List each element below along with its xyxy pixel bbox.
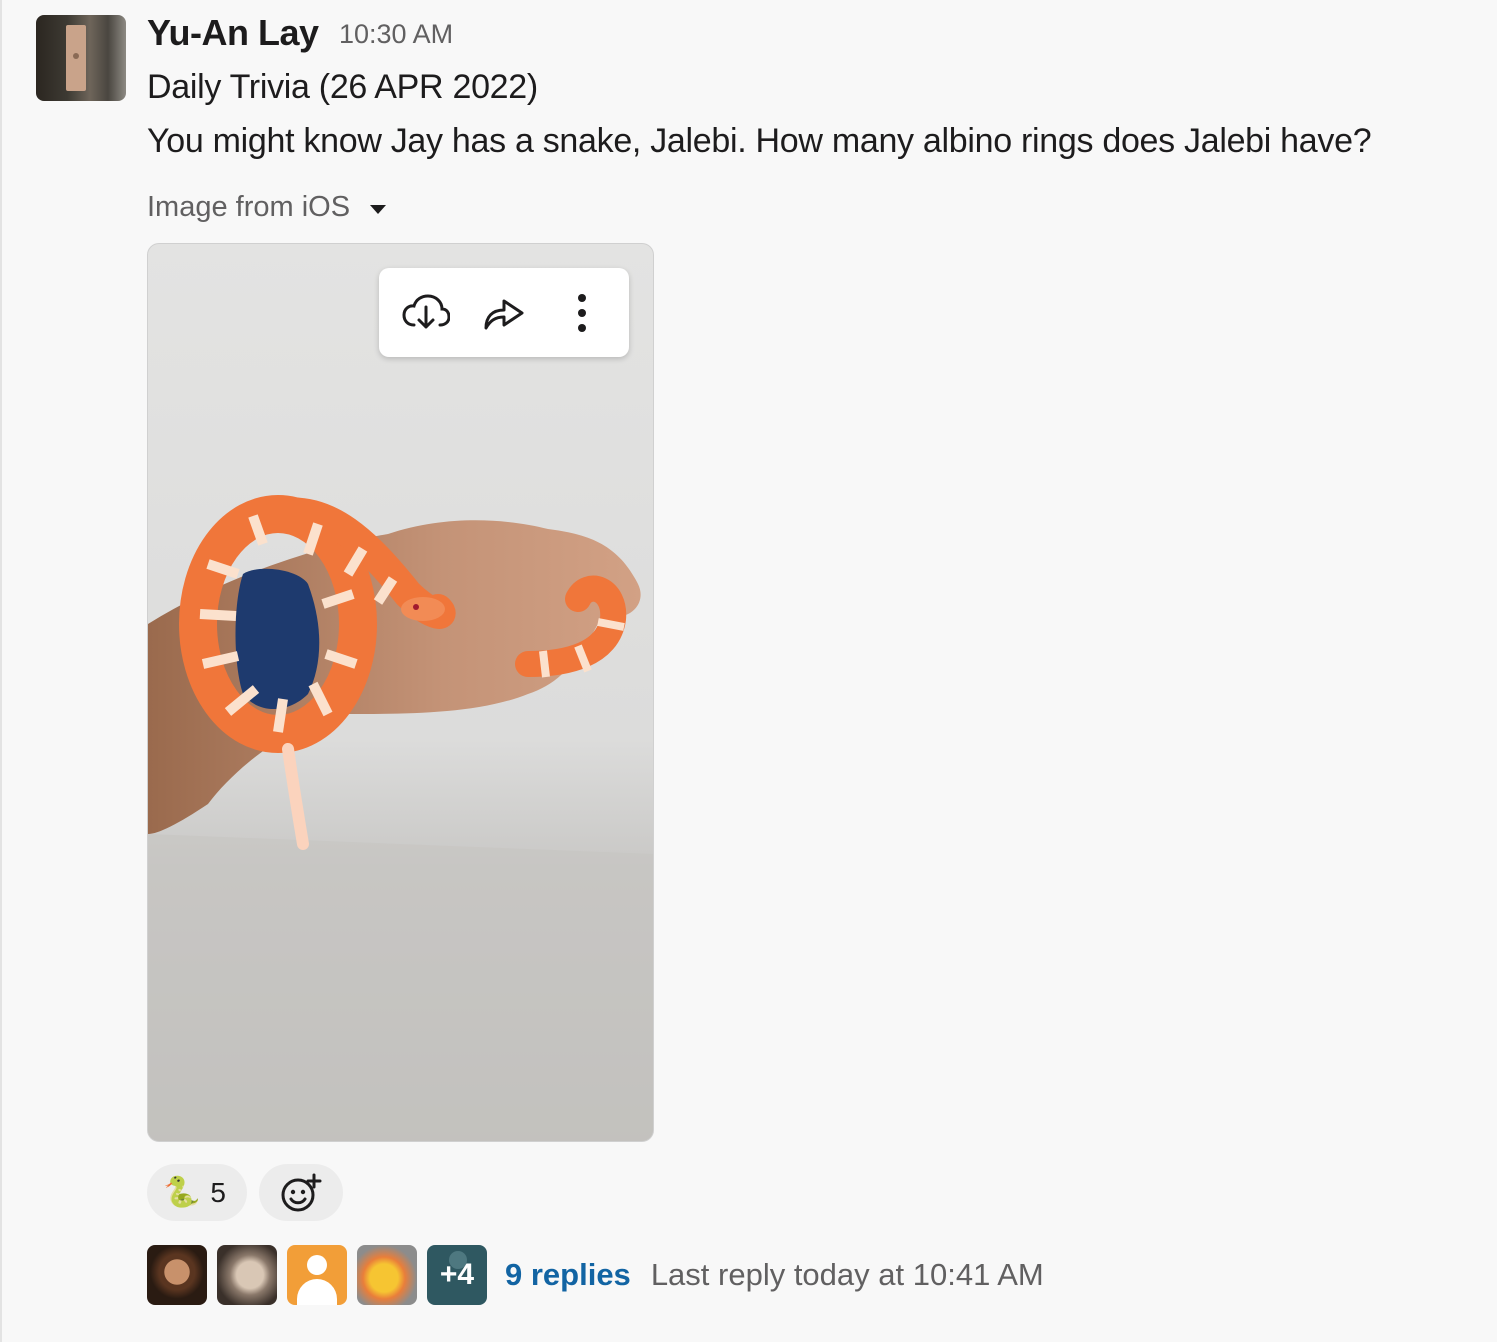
- reaction-count: 5: [210, 1176, 226, 1208]
- message-body: You might know Jay has a snake, Jalebi. …: [147, 122, 1372, 160]
- more-actions-button[interactable]: [552, 283, 612, 343]
- default-user-icon: [307, 1255, 327, 1275]
- replier-avatar[interactable]: [287, 1245, 347, 1305]
- snake-emoji: 🐍: [163, 1176, 201, 1209]
- share-arrow-icon: [484, 299, 524, 329]
- replier-avatar[interactable]: [357, 1245, 417, 1305]
- more-repliers-badge[interactable]: +4: [427, 1245, 487, 1305]
- reactions-bar: 🐍 5: [147, 1164, 343, 1221]
- last-reply-time: Last reply today at 10:41 AM: [650, 1257, 1044, 1292]
- share-button[interactable]: [474, 283, 534, 343]
- reaction-snake[interactable]: 🐍 5: [147, 1164, 247, 1221]
- left-border: [0, 0, 2, 1342]
- caret-down-icon: [370, 205, 387, 214]
- replies-link[interactable]: 9 replies: [505, 1257, 631, 1293]
- author-avatar[interactable]: [36, 15, 126, 101]
- attachment-label-toggle[interactable]: Image from iOS: [147, 191, 387, 224]
- more-vertical-icon: [578, 293, 586, 332]
- replier-avatar[interactable]: [147, 1245, 207, 1305]
- message-timestamp[interactable]: 10:30 AM: [339, 19, 453, 50]
- author-name[interactable]: Yu-An Lay: [147, 12, 319, 54]
- avatar-door-graphic: [66, 25, 86, 91]
- thread-summary[interactable]: +4 9 replies Last reply today at 10:41 A…: [147, 1245, 1044, 1305]
- attachment-label: Image from iOS: [147, 191, 351, 223]
- message-title: Daily Trivia (26 APR 2022): [147, 68, 538, 106]
- attached-image[interactable]: [147, 243, 654, 1142]
- download-button[interactable]: [396, 283, 456, 343]
- add-reaction-button[interactable]: [259, 1164, 343, 1221]
- cloud-download-icon: [402, 293, 450, 328]
- add-reaction-icon: [281, 1173, 322, 1211]
- more-repliers-count: +4: [439, 1258, 475, 1291]
- image-hover-toolbar: [379, 268, 629, 357]
- replier-avatar[interactable]: [217, 1245, 277, 1305]
